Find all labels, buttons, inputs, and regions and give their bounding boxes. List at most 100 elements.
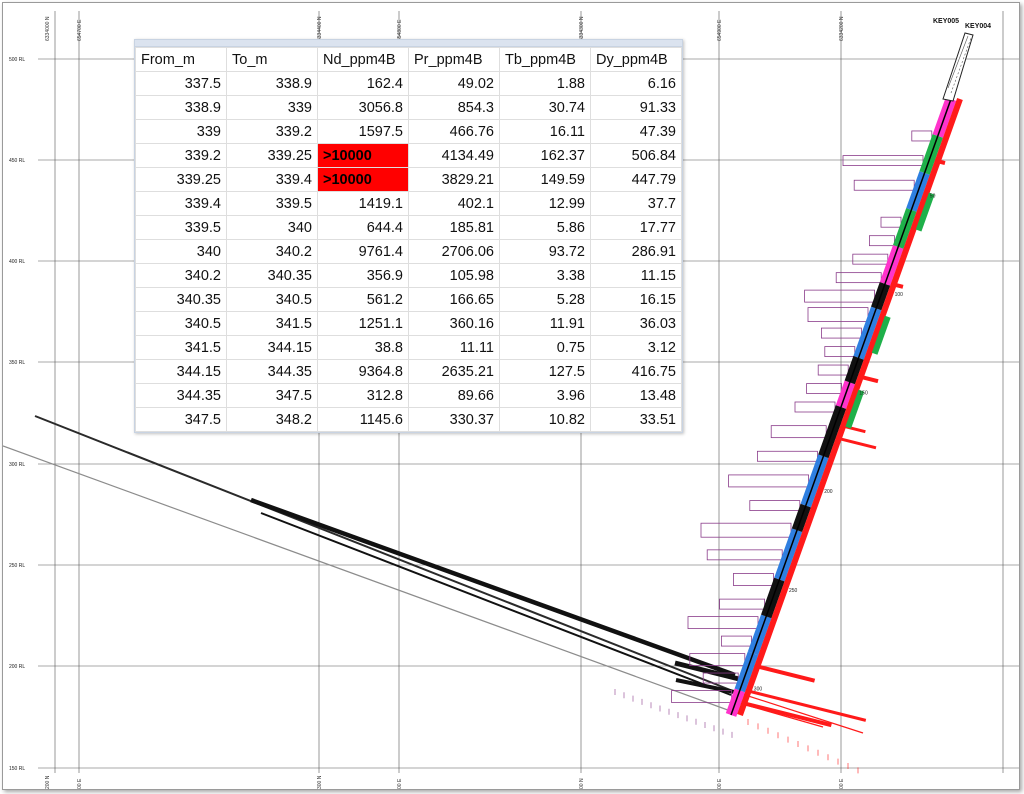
easting-label-bottom: 00 E	[397, 778, 403, 789]
table-cell: 339.4	[226, 167, 318, 192]
table-cell: >10000	[317, 143, 409, 168]
table-cell: 402.1	[408, 191, 500, 216]
table-cell: 339.4	[135, 191, 227, 216]
grade-bar-purple	[804, 289, 875, 303]
table-row: 339 339.2 1597.5 466.76 16.11 47.39	[135, 119, 682, 144]
grade-bar-purple	[835, 272, 882, 284]
table-cell: 347.5	[226, 383, 318, 408]
table-cell: 506.84	[590, 143, 682, 168]
easting-label-bottom: 00 E	[77, 778, 83, 789]
table-row: 339.4 339.5 1419.1 402.1 12.99 37.7	[135, 191, 682, 216]
table-cell: 0.75	[499, 335, 591, 360]
rl-label: 500 RL	[9, 57, 25, 63]
depth-label: 100	[895, 292, 904, 298]
table-cell: 11.91	[499, 311, 591, 336]
grade-bar-red	[754, 663, 816, 683]
easting-label-bottom: 00 E	[839, 778, 845, 789]
grade-bar-purple	[749, 500, 801, 511]
table-cell: 344.35	[135, 383, 227, 408]
table-cell: 340.5	[226, 287, 318, 312]
table-cell: 339.2	[226, 119, 318, 144]
table-row: 337.5 338.9 162.4 49.02 1.88 6.16	[135, 71, 682, 96]
easting-label-bottom: 200 N	[45, 775, 51, 789]
assay-grid: From_m To_m Nd_ppm4B Pr_ppm4B Tb_ppm4B D…	[135, 47, 682, 432]
table-cell: 644.4	[317, 215, 409, 240]
drill-hole-traces	[3, 415, 740, 714]
table-cell: 344.35	[226, 359, 318, 384]
table-cell: 10.82	[499, 407, 591, 432]
depth-label: 300	[754, 686, 763, 692]
hole-label-key005: KEY005	[933, 18, 959, 25]
table-cell: 3056.8	[317, 95, 409, 120]
grade-bar-purple	[721, 635, 752, 647]
grade-bar-purple	[806, 383, 842, 394]
table-cell: 344.15	[135, 359, 227, 384]
table-cell: 13.48	[590, 383, 682, 408]
rl-axis-labels: 500 RL 450 RL 400 RL 350 RL 300 RL 250 RL 200 …	[9, 57, 25, 772]
hole-label-key004: KEY004	[965, 23, 991, 30]
table-cell: 312.8	[317, 383, 409, 408]
easting-label-bottom: 00 N	[579, 778, 585, 789]
grade-bar-purple	[880, 216, 902, 228]
grade-bar-purple	[700, 522, 792, 538]
table-cell: 11.15	[590, 263, 682, 288]
table-cell: 4134.49	[408, 143, 500, 168]
table-cell: 1145.6	[317, 407, 409, 432]
table-cell: 11.11	[408, 335, 500, 360]
collar-tower: KEY005 KEY004	[933, 18, 991, 102]
drill-trace-lower	[3, 445, 737, 714]
table-cell: 149.59	[499, 167, 591, 192]
table-cell: 348.2	[226, 407, 318, 432]
table-cell: 854.3	[408, 95, 500, 120]
easting-label-top: 654700 E	[77, 19, 83, 41]
rl-label: 250 RL	[9, 563, 25, 569]
table-cell: 127.5	[499, 359, 591, 384]
hole-red-column	[737, 97, 963, 717]
table-row: 339.25 339.4 >10000 3829.21 149.59 447.79	[135, 167, 682, 192]
table-cell: 341.5	[226, 311, 318, 336]
table-cell: 340	[226, 215, 318, 240]
grade-bar-purple	[817, 364, 849, 376]
section-figure: 500 RL 450 RL 400 RL 350 RL 300 RL 250 RL 200 …	[2, 2, 1020, 790]
table-cell: 162.37	[499, 143, 591, 168]
table-row: 340.35 340.5 561.2 166.65 5.28 16.15	[135, 287, 682, 312]
easting-label-top: 654800 E	[397, 19, 403, 41]
header-pr: Pr_ppm4B	[408, 47, 500, 72]
grade-bar-purple	[824, 346, 856, 357]
depth-label: 150	[859, 391, 868, 397]
easting-label-bottom: 00 E	[717, 778, 723, 789]
grade-histogram-left	[671, 130, 933, 703]
depth-label: 50	[930, 194, 936, 200]
grade-bar-purple	[869, 235, 895, 247]
table-cell: 38.8	[317, 335, 409, 360]
table-cell: 3.96	[499, 383, 591, 408]
table-cell: 30.74	[499, 95, 591, 120]
grade-bar-purple	[807, 307, 869, 323]
table-cell: 105.98	[408, 263, 500, 288]
table-cell: 9364.8	[317, 359, 409, 384]
header-to-m: To_m	[226, 47, 318, 72]
grade-bar-red	[745, 688, 867, 722]
table-cell: 338.9	[135, 95, 227, 120]
table-cell: 330.37	[408, 407, 500, 432]
table-cell: 2635.21	[408, 359, 500, 384]
table-cell: 447.79	[590, 167, 682, 192]
table-cell: 12.99	[499, 191, 591, 216]
table-row: 340 340.2 9761.4 2706.06 93.72 286.91	[135, 239, 682, 264]
table-cell: 340.5	[135, 311, 227, 336]
rl-label: 450 RL	[9, 158, 25, 164]
table-cell: 339	[226, 95, 318, 120]
table-cell: 9761.4	[317, 239, 409, 264]
table-cell: 356.9	[317, 263, 409, 288]
header-dy: Dy_ppm4B	[590, 47, 682, 72]
table-row: 339.5 340 644.4 185.81 5.86 17.77	[135, 215, 682, 240]
header-tb: Tb_ppm4B	[499, 47, 591, 72]
table-cell: 36.03	[590, 311, 682, 336]
table-cell: 37.7	[590, 191, 682, 216]
rl-label: 300 RL	[9, 462, 25, 468]
grade-bar-purple	[728, 474, 809, 488]
table-cell: 49.02	[408, 71, 500, 96]
table-row: 341.5 344.15 38.8 11.11 0.75 3.12	[135, 335, 682, 360]
table-cell: 341.5	[135, 335, 227, 360]
table-cell: 5.86	[499, 215, 591, 240]
